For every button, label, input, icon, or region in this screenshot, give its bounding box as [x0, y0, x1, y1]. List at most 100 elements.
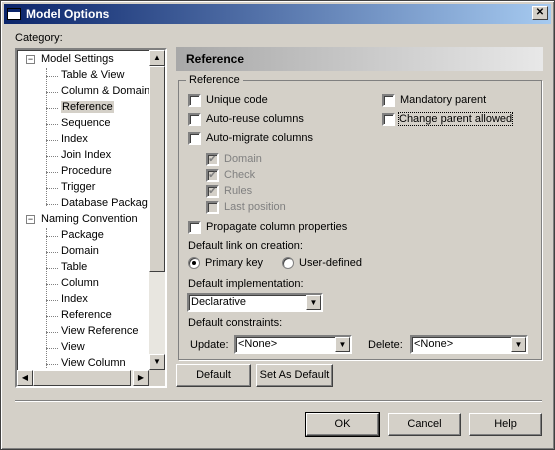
- tree-connector: [46, 228, 47, 368]
- tree-item-label: Database Packag: [61, 197, 148, 209]
- tree-item[interactable]: Column & Domain: [61, 84, 150, 99]
- tree-item[interactable]: View Column: [61, 356, 126, 371]
- collapse-icon[interactable]: −: [26, 55, 35, 64]
- tree-item[interactable]: Trigger: [61, 180, 95, 195]
- tree-connector: [46, 204, 58, 205]
- tree-connector: [46, 172, 58, 173]
- delete-value: <None>: [414, 338, 454, 350]
- tree-connector: [46, 236, 58, 237]
- tree-item-label: Naming Convention: [41, 213, 138, 225]
- tree-item-label: Index: [61, 133, 88, 145]
- tree-item[interactable]: Join Index: [61, 148, 111, 163]
- tree-connector: [46, 348, 58, 349]
- tree-connector: [46, 284, 58, 285]
- auto-migrate-checkbox[interactable]: [188, 132, 201, 145]
- tree-item-label: Table & View: [61, 69, 125, 81]
- user-defined-radio[interactable]: [282, 257, 294, 269]
- tree-item-label: View Reference: [61, 325, 139, 337]
- last-position-checkbox: [206, 201, 219, 214]
- tree-item[interactable]: Column: [61, 276, 99, 291]
- check-checkbox: ✔: [206, 169, 219, 182]
- scroll-right-button[interactable]: ▶: [133, 370, 149, 386]
- mandatory-parent-checkbox[interactable]: [382, 94, 395, 107]
- tree-connector: [46, 188, 58, 189]
- auto-migrate-label: Auto-migrate columns: [206, 132, 313, 144]
- tree-item-label: Column: [61, 277, 99, 289]
- tree-item[interactable]: Database Packag: [61, 196, 148, 211]
- tree-item-label: View Column: [61, 357, 126, 369]
- tree-item-label: Reference: [61, 309, 112, 321]
- default-impl-value: Declarative: [191, 296, 247, 308]
- tree-item-label: Index: [61, 293, 88, 305]
- default-impl-select[interactable]: Declarative ▼: [187, 293, 323, 312]
- propagate-label: Propagate column properties: [206, 221, 348, 233]
- chevron-down-icon[interactable]: ▼: [511, 337, 526, 352]
- default-button[interactable]: Default: [176, 364, 251, 387]
- tree-connector: [46, 124, 58, 125]
- tree-item[interactable]: Index: [61, 132, 88, 147]
- tree-item-label: Trigger: [61, 181, 96, 193]
- update-label: Update:: [190, 339, 229, 351]
- domain-label: Domain: [224, 153, 262, 165]
- primary-key-label: Primary key: [205, 257, 264, 269]
- tree-item-label: Procedure: [61, 165, 112, 177]
- tree-item[interactable]: Procedure: [61, 164, 112, 179]
- propagate-checkbox[interactable]: [188, 221, 201, 234]
- chevron-down-icon[interactable]: ▼: [335, 337, 350, 352]
- tree-item-label: Column & Domain: [61, 85, 151, 97]
- tree-connector: [46, 268, 58, 269]
- tree-item-label: Sequence: [61, 117, 111, 129]
- tree-item[interactable]: Sequence: [61, 116, 111, 131]
- tree-item[interactable]: Table: [61, 260, 87, 275]
- hscroll-thumb[interactable]: [33, 370, 131, 386]
- update-select[interactable]: <None> ▼: [234, 335, 352, 354]
- auto-reuse-checkbox[interactable]: [188, 113, 201, 126]
- help-button[interactable]: Help: [469, 413, 542, 436]
- scroll-left-button[interactable]: ◀: [17, 370, 33, 386]
- tree-item[interactable]: Reference: [61, 308, 112, 323]
- tree-connector: [46, 316, 58, 317]
- scroll-thumb[interactable]: [149, 66, 165, 272]
- tree-group-node[interactable]: Model Settings: [41, 52, 114, 67]
- tree-connector: [46, 364, 58, 365]
- tree-group-node[interactable]: Naming Convention: [41, 212, 138, 227]
- tree-item-label: View: [61, 341, 85, 353]
- panel-header-title: Reference: [186, 52, 245, 66]
- delete-select[interactable]: <None> ▼: [410, 335, 528, 354]
- tree-item[interactable]: Domain: [61, 244, 99, 259]
- model-options-dialog: Model Options ✕ Category: Model Settings…: [0, 0, 555, 450]
- change-parent-checkbox[interactable]: [382, 113, 395, 126]
- tree-item[interactable]: Table & View: [61, 68, 124, 83]
- tree-item[interactable]: Package: [61, 228, 104, 243]
- auto-reuse-label: Auto-reuse columns: [206, 113, 304, 125]
- tree-connector: [46, 76, 58, 77]
- scroll-up-button[interactable]: ▲: [149, 50, 165, 66]
- update-value: <None>: [238, 338, 278, 350]
- cancel-button[interactable]: Cancel: [388, 413, 461, 436]
- category-tree[interactable]: Model Settings − Table & View Column & Doma…: [15, 48, 167, 388]
- delete-label: Delete:: [368, 339, 403, 351]
- tree-connector: [46, 252, 58, 253]
- title-bar[interactable]: Model Options ✕: [4, 4, 551, 24]
- domain-checkbox: ✔: [206, 153, 219, 166]
- check-label: Check: [224, 169, 256, 181]
- tree-item-label: Domain: [61, 245, 99, 257]
- tree-item[interactable]: View Reference: [61, 324, 138, 339]
- close-button[interactable]: ✕: [532, 6, 548, 20]
- default-constraints-label: Default constraints:: [188, 317, 283, 329]
- chevron-down-icon[interactable]: ▼: [306, 295, 321, 310]
- tree-item[interactable]: View: [61, 340, 85, 355]
- set-as-default-button[interactable]: Set As Default: [256, 364, 333, 387]
- collapse-icon[interactable]: −: [26, 215, 35, 224]
- scroll-down-button[interactable]: ▼: [149, 354, 165, 370]
- tree-vertical-scrollbar[interactable]: ▲ ▼: [149, 50, 165, 370]
- separator: [15, 400, 542, 402]
- tree-item[interactable]: Reference: [61, 100, 114, 115]
- tree-item[interactable]: Index: [61, 292, 88, 307]
- window-title: Model Options: [26, 7, 110, 21]
- tree-horizontal-scrollbar[interactable]: ◀ ▶: [17, 370, 149, 386]
- ok-button[interactable]: OK: [305, 412, 380, 437]
- tree-connector: [46, 156, 58, 157]
- unique-code-checkbox[interactable]: [188, 94, 201, 107]
- primary-key-radio[interactable]: [188, 257, 200, 269]
